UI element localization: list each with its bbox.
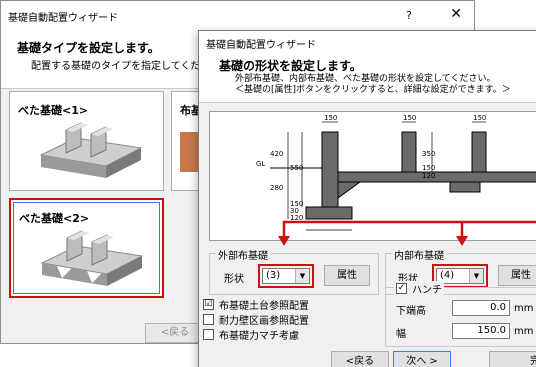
finish-button[interactable]: 完了 bbox=[489, 351, 536, 367]
unit-label: mm bbox=[514, 303, 534, 314]
dimension-label: 150 bbox=[473, 114, 486, 122]
shape-wizard-titlebar: 基礎自動配置ウィザード bbox=[199, 31, 536, 53]
mat-foundation-1-icon bbox=[39, 122, 143, 178]
haunch-group: ✓ ハンチ 下端高 0.0 mm 幅 150.0 mm bbox=[385, 281, 536, 347]
outer-foundation-group: 外部布基礎 形状 (3) ▼ 属性 bbox=[209, 247, 379, 295]
close-icon[interactable]: ✕ bbox=[450, 6, 462, 22]
dimension-label: 350 bbox=[422, 150, 435, 158]
inner-attr-button[interactable]: 属性 bbox=[498, 265, 536, 286]
foundation-type-label: べた基礎<2> bbox=[19, 212, 90, 225]
gl-label: GL bbox=[256, 160, 265, 168]
checkbox[interactable] bbox=[203, 313, 214, 325]
group-title: 外部布基礎 bbox=[216, 247, 270, 262]
next-button[interactable]: 次へ > bbox=[393, 351, 451, 367]
haunch-width-label: 幅 bbox=[396, 329, 406, 340]
page-title: 基礎タイプを設定します。 bbox=[17, 41, 160, 55]
checkbox[interactable] bbox=[203, 328, 214, 340]
checkbox-row[interactable]: 耐力壁区画参照配置 bbox=[203, 312, 309, 327]
page-title: 基礎の形状を設定します。 bbox=[219, 59, 362, 73]
haunch-checkbox[interactable]: ✓ bbox=[396, 283, 407, 294]
chevron-down-icon[interactable]: ▼ bbox=[469, 269, 483, 283]
group-title: 内部布基礎 bbox=[392, 247, 446, 262]
haunch-label: ハンチ bbox=[412, 285, 442, 296]
back-button[interactable]: <戻る bbox=[145, 323, 205, 343]
description-line: 外部布基礎、内部布基礎、べた基礎の形状を設定してください。 bbox=[235, 74, 496, 84]
combo-value: (4) bbox=[440, 270, 455, 281]
haunch-toggle[interactable]: ✓ ハンチ bbox=[394, 281, 444, 296]
window-title: 基礎自動配置ウィザード bbox=[206, 40, 316, 51]
checkbox[interactable]: ☑ bbox=[203, 298, 214, 310]
description-line: ＜基礎の[属性]ボタンをクリックすると、詳細な設定ができます。＞ bbox=[235, 85, 511, 95]
dimension-label: 550 bbox=[290, 164, 303, 172]
combo-value: (3) bbox=[266, 270, 281, 281]
dimension-label: 150 bbox=[403, 114, 416, 122]
foundation-type-beta-2-button[interactable]: べた基礎<2> bbox=[9, 198, 164, 298]
type-wizard-titlebar: 基礎自動配置ウィザード ? ✕ bbox=[1, 1, 474, 31]
haunch-width-input[interactable]: 150.0 bbox=[452, 323, 510, 339]
help-icon[interactable]: ? bbox=[406, 9, 412, 22]
haunch-height-label: 下端高 bbox=[396, 306, 426, 317]
haunch-height-input[interactable]: 0.0 bbox=[452, 300, 510, 316]
outer-attr-button[interactable]: 属性 bbox=[324, 265, 370, 286]
dimension-label: 120 bbox=[422, 172, 435, 180]
outer-shape-highlight: (3) ▼ bbox=[258, 264, 314, 288]
page-description: 配置する基礎のタイプを指定してくださ bbox=[31, 61, 211, 72]
chevron-down-icon[interactable]: ▼ bbox=[295, 269, 309, 283]
window-title: 基礎自動配置ウィザード bbox=[8, 13, 118, 24]
page-description: 外部布基礎、内部布基礎、べた基礎の形状を設定してください。 ＜基礎の[属性]ボタ… bbox=[235, 74, 511, 96]
checkbox-row[interactable]: 布基礎力マチ考慮 bbox=[203, 327, 299, 342]
shape-label: 形状 bbox=[224, 274, 244, 285]
checkbox-label: 布基礎力マチ考慮 bbox=[219, 330, 299, 342]
inner-foundation-section bbox=[337, 131, 536, 199]
dimension-label: 150 bbox=[422, 164, 435, 172]
unit-label: mm bbox=[514, 326, 534, 337]
dimension-label: 420 bbox=[270, 150, 283, 158]
checkbox-row[interactable]: ☑ 布基礎土台参照配置 bbox=[203, 297, 309, 312]
foundation-type-beta-1-button[interactable]: べた基礎<1> bbox=[9, 91, 164, 191]
checkbox-label: 布基礎土台参照配置 bbox=[219, 300, 309, 312]
section-diagram: 150 150 150 420 550 GL 280 150 30 120 35… bbox=[209, 111, 536, 241]
shape-wizard-window: 基礎自動配置ウィザード 基礎の形状を設定します。 外部布基礎、内部布基礎、べた基… bbox=[198, 30, 536, 367]
back-button[interactable]: <戻る bbox=[331, 351, 389, 367]
shape-wizard-header: 基礎の形状を設定します。 外部布基礎、内部布基礎、べた基礎の形状を設定してくださ… bbox=[199, 53, 536, 103]
dimension-label: 120 bbox=[290, 214, 303, 222]
foundation-type-label: べた基礎<1> bbox=[18, 104, 89, 117]
dimension-label: 150 bbox=[324, 114, 337, 122]
checkbox-label: 耐力壁区画参照配置 bbox=[219, 315, 309, 327]
dimension-label: 280 bbox=[270, 184, 283, 192]
outer-shape-select[interactable]: (3) ▼ bbox=[262, 268, 310, 284]
mat-foundation-2-icon bbox=[40, 230, 144, 286]
